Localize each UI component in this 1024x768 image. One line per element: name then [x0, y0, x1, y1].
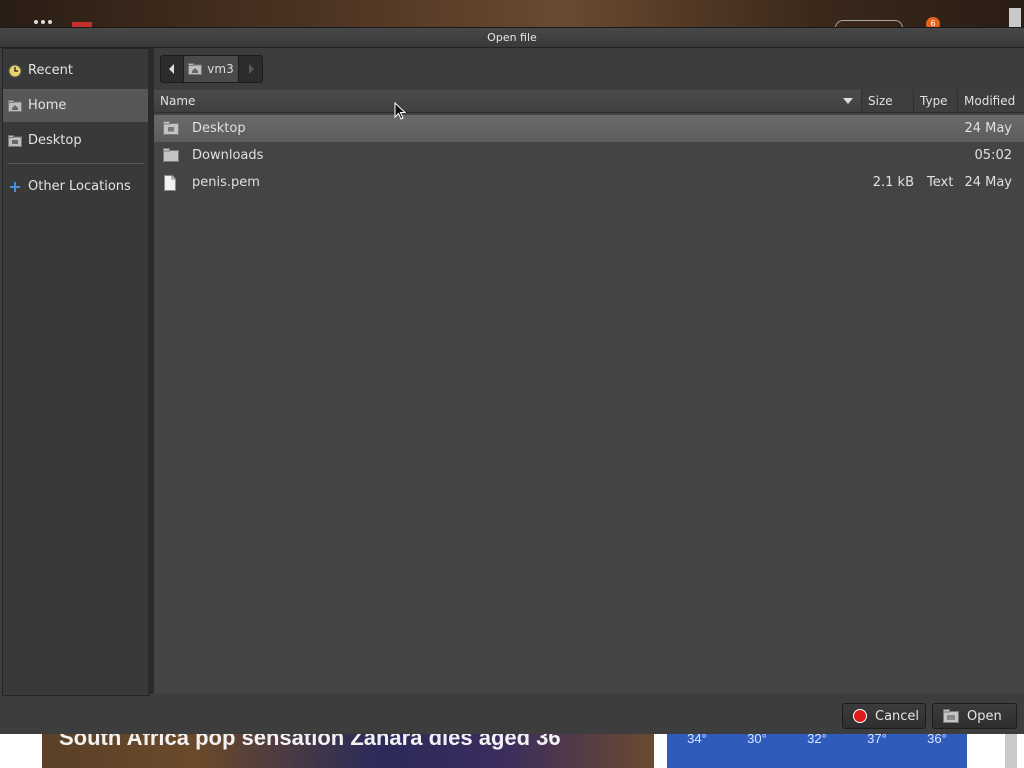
chevron-right-icon [248, 64, 254, 74]
sidebar-item-other-locations[interactable]: Other Locations [3, 170, 149, 203]
text-file-icon [163, 174, 179, 191]
background-headline: South Africa pop sensation Zahara dies a… [59, 733, 561, 750]
background-article-image: South Africa pop sensation Zahara dies a… [42, 733, 654, 768]
chevron-left-icon [169, 64, 174, 74]
column-header-size[interactable]: Size [862, 90, 914, 112]
file-name: Downloads [192, 148, 264, 163]
dialog-action-bar: Cancel Open [0, 696, 1024, 734]
sidebar-item-label: Recent [28, 63, 73, 78]
background-scrollbar-bottom [1005, 733, 1017, 768]
path-back-button[interactable] [160, 55, 184, 83]
open-button-label: Open [967, 708, 1002, 724]
file-row-desktop[interactable]: Desktop 24 May [154, 115, 1024, 142]
desktop-folder-icon [8, 134, 22, 148]
file-row-downloads[interactable]: Downloads 05:02 [154, 142, 1024, 169]
folder-icon [163, 147, 179, 164]
file-size: 2.1 kB [872, 175, 914, 190]
sidebar-separator [7, 163, 145, 164]
file-modified: 05:02 [974, 148, 1012, 163]
desktop-folder-icon [163, 120, 179, 137]
column-header-modified[interactable]: Modified [958, 90, 1024, 112]
sidebar-item-label: Other Locations [28, 179, 131, 194]
home-folder-icon [8, 99, 22, 113]
dialog-title: Open file [0, 28, 1024, 48]
sidebar-item-desktop[interactable]: Desktop [3, 124, 149, 157]
folder-open-icon [943, 709, 959, 723]
file-row-pem[interactable]: penis.pem 2.1 kB Text 24 May [154, 169, 1024, 196]
sort-descending-icon [843, 98, 853, 104]
file-type: Text [927, 175, 954, 190]
file-name: penis.pem [192, 175, 260, 190]
plus-icon [8, 180, 22, 194]
path-forward-button[interactable] [239, 55, 263, 83]
file-list: Name Size Type Modified Desktop 24 May D… [154, 90, 1024, 694]
clock-icon [8, 64, 22, 78]
sidebar-item-label: Desktop [28, 133, 82, 148]
sidebar-item-label: Home [28, 98, 67, 113]
cancel-button[interactable]: Cancel [842, 703, 926, 729]
sidebar-item-home[interactable]: Home [3, 89, 149, 122]
open-file-dialog: Open file Recent Home Desktop Other Loca… [0, 27, 1024, 734]
file-modified: 24 May [964, 175, 1012, 190]
cancel-button-label: Cancel [875, 708, 920, 724]
path-button-label: vm3 [207, 62, 234, 76]
path-button-home[interactable]: vm3 [184, 55, 239, 83]
file-list-header: Name Size Type Modified [154, 90, 1024, 113]
sidebar-item-recent[interactable]: Recent [3, 54, 149, 87]
column-header-type[interactable]: Type [914, 90, 958, 112]
places-sidebar: Recent Home Desktop Other Locations [2, 48, 150, 696]
file-name: Desktop [192, 121, 246, 136]
column-header-label: Name [160, 94, 196, 108]
column-header-name[interactable]: Name [154, 90, 862, 112]
file-modified: 24 May [964, 121, 1012, 136]
cancel-icon [853, 709, 867, 723]
path-bar: vm3 [160, 55, 263, 83]
background-weather-widget: 34° 30° 32° 37° 36° [667, 731, 967, 768]
open-button[interactable]: Open [932, 703, 1017, 729]
home-folder-icon [188, 63, 203, 75]
apps-grid-icon [34, 20, 54, 26]
